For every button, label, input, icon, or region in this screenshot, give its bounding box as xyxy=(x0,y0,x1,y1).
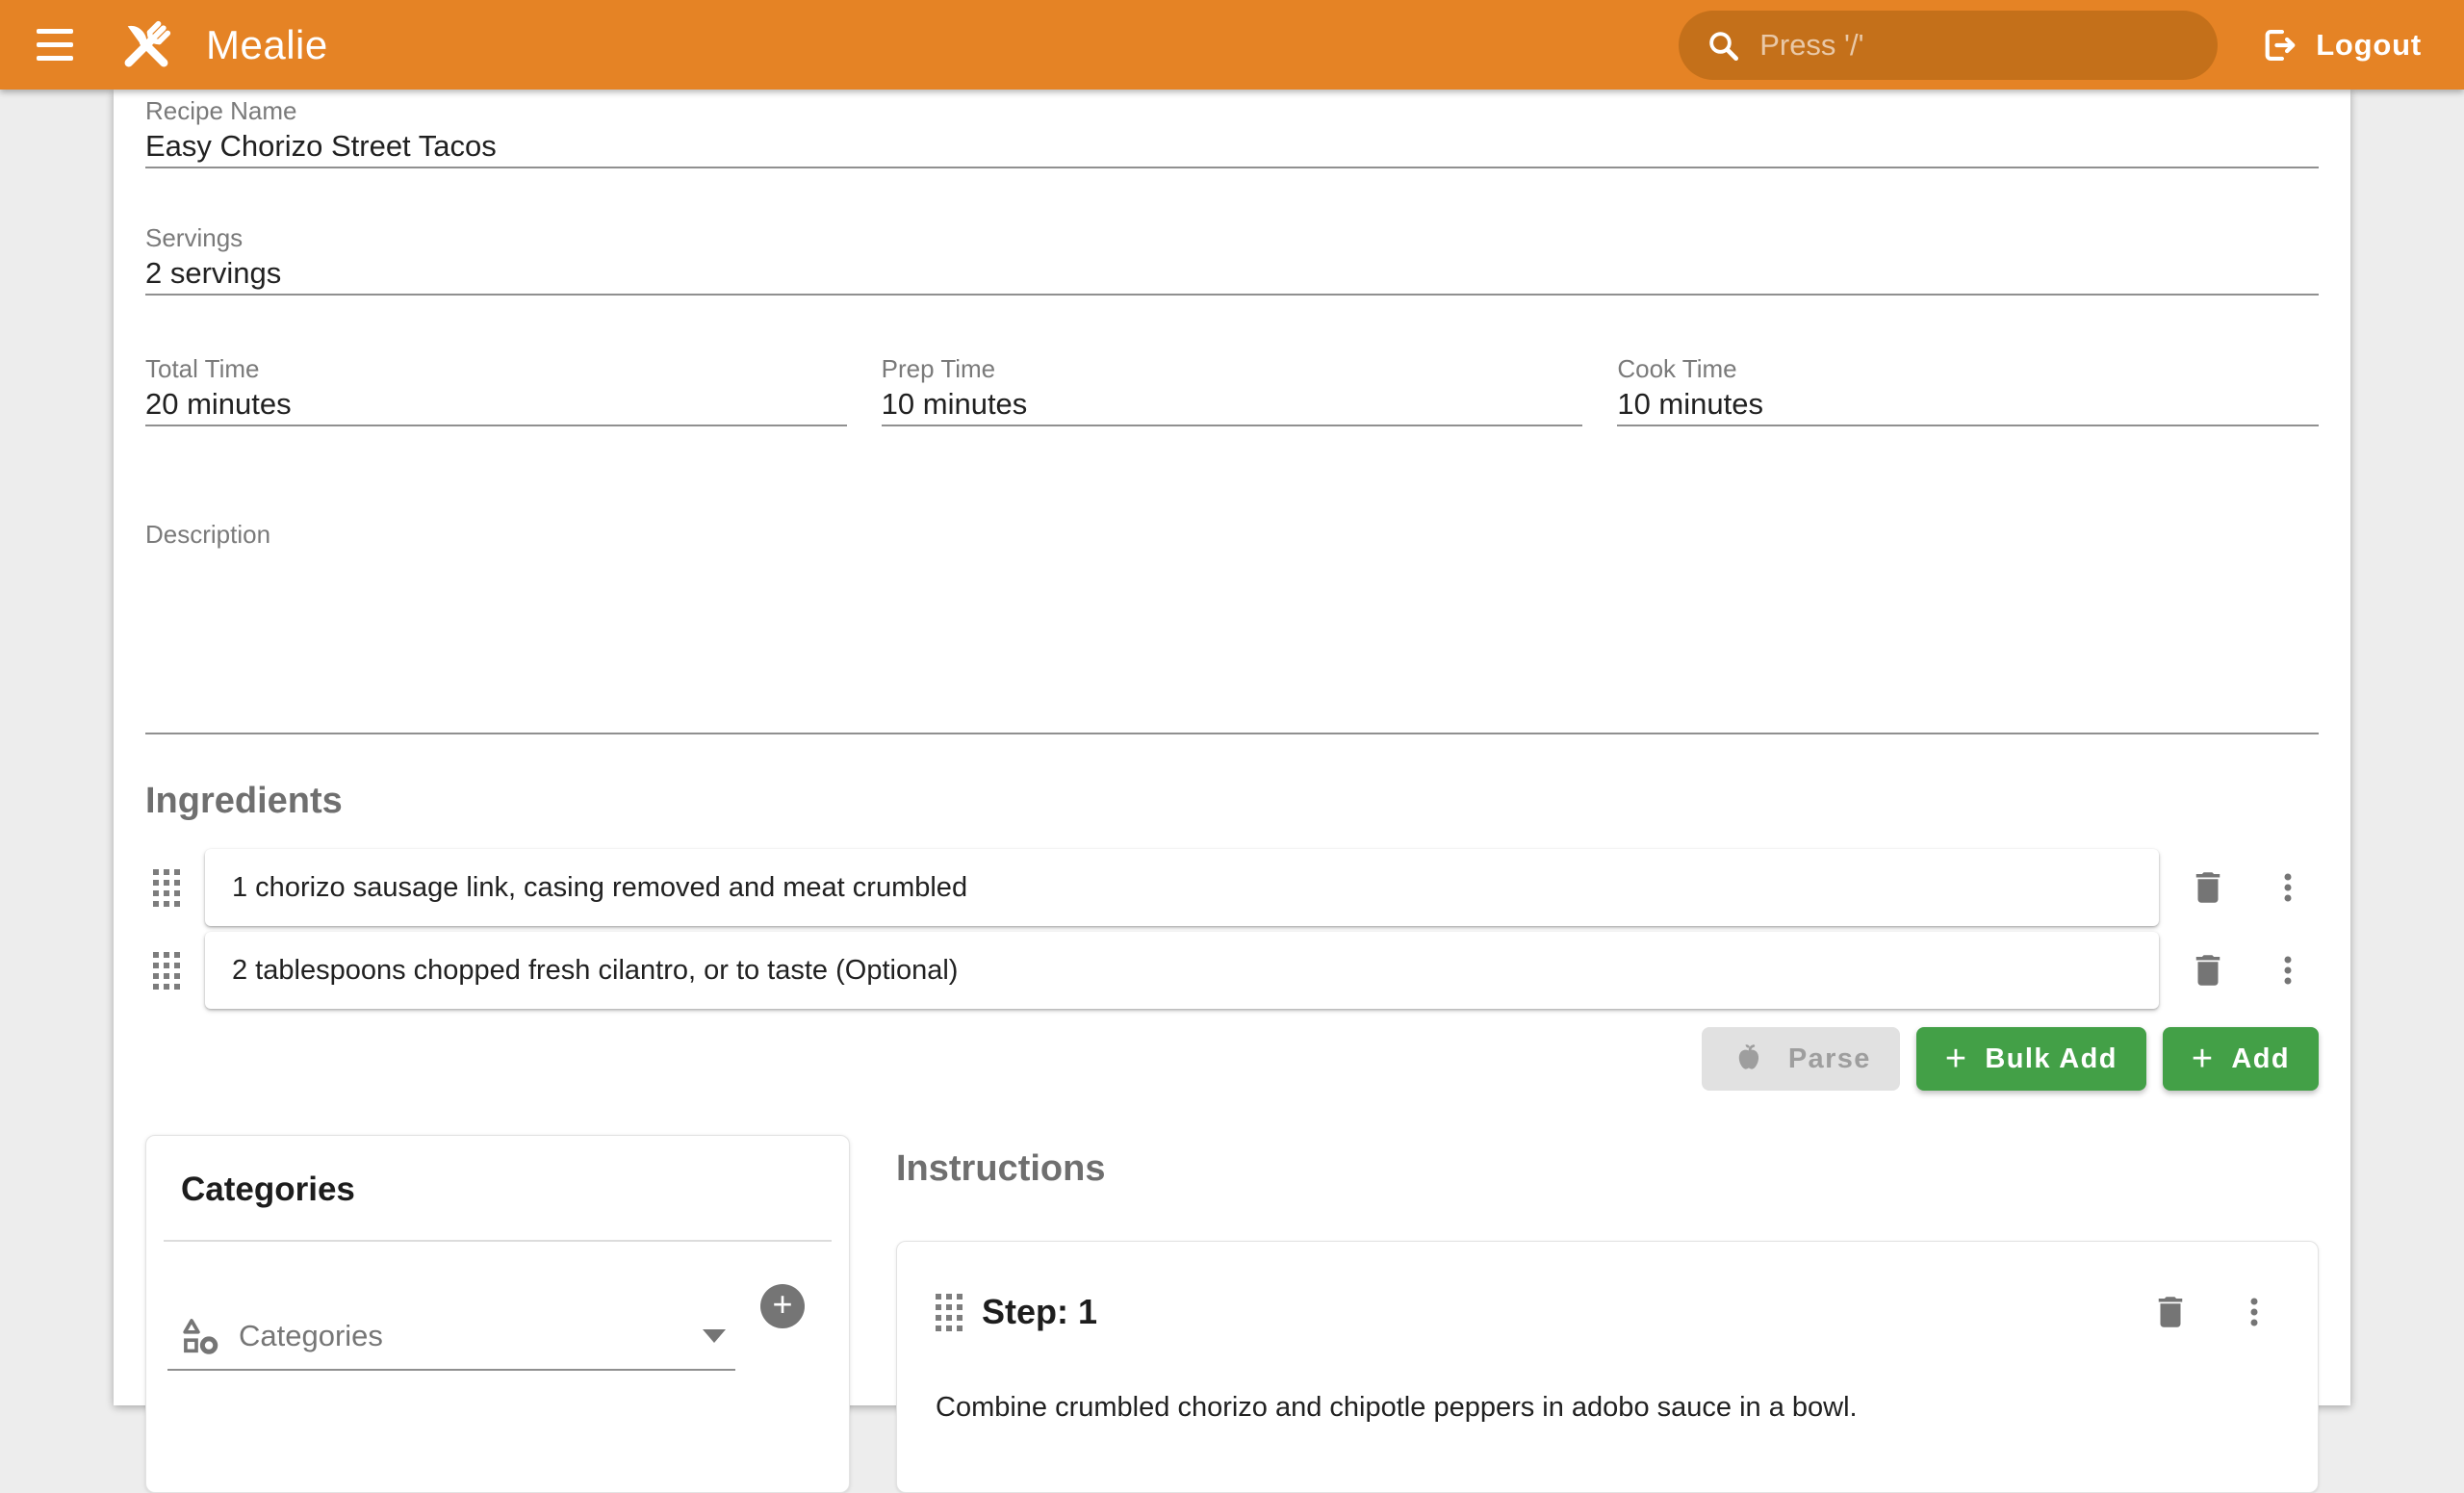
ingredient-row: 1 chorizo sausage link, casing removed a… xyxy=(145,848,2319,927)
trash-icon xyxy=(2150,1292,2191,1332)
ingredient-menu-button[interactable] xyxy=(2263,862,2313,913)
search-input[interactable] xyxy=(1759,28,2193,63)
categories-select-placeholder: Categories xyxy=(239,1319,703,1353)
categories-card: Categories Categories + xyxy=(145,1135,850,1493)
search-icon xyxy=(1704,26,1742,64)
categories-title: Categories xyxy=(181,1169,814,1211)
categories-select[interactable]: Categories xyxy=(167,1303,735,1371)
recipe-name-value[interactable]: Easy Chorizo Street Tacos xyxy=(145,126,2319,167)
prep-time-field[interactable]: Prep Time 10 minutes xyxy=(882,353,1583,426)
servings-label: Servings xyxy=(145,222,2319,253)
servings-field[interactable]: Servings 2 servings xyxy=(145,222,2319,296)
shapes-category-icon xyxy=(179,1314,223,1358)
bulk-add-button[interactable]: + Bulk Add xyxy=(1916,1027,2146,1091)
description-label: Description xyxy=(145,519,2319,550)
description-field[interactable]: Description xyxy=(145,519,2319,734)
prep-time-value[interactable]: 10 minutes xyxy=(882,384,1583,425)
ingredient-row: 2 tablespoons chopped fresh cilantro, or… xyxy=(145,931,2319,1010)
recipe-name-label: Recipe Name xyxy=(145,95,2319,126)
ingredient-menu-button[interactable] xyxy=(2263,945,2313,995)
plus-icon: + xyxy=(1945,1041,1968,1077)
add-ingredient-button[interactable]: + Add xyxy=(2163,1027,2319,1091)
cook-time-field[interactable]: Cook Time 10 minutes xyxy=(1617,353,2319,426)
add-category-button[interactable]: + xyxy=(760,1284,805,1328)
chevron-down-icon xyxy=(703,1329,726,1343)
plus-icon: + xyxy=(772,1287,792,1322)
recipe-editor-card: Recipe Name Easy Chorizo Street Tacos Se… xyxy=(114,90,2350,1405)
ingredients-heading: Ingredients xyxy=(145,779,2319,823)
recipe-name-field[interactable]: Recipe Name Easy Chorizo Street Tacos xyxy=(145,95,2319,168)
dots-vertical-icon xyxy=(2235,1293,2273,1331)
drag-handle-icon[interactable] xyxy=(153,869,180,907)
cook-time-value[interactable]: 10 minutes xyxy=(1617,384,2319,425)
ingredient-input[interactable]: 2 tablespoons chopped fresh cilantro, or… xyxy=(205,932,2159,1009)
step-text[interactable]: Combine crumbled chorizo and chipotle pe… xyxy=(936,1386,2279,1429)
step-title: Step: 1 xyxy=(982,1292,2144,1332)
apple-icon xyxy=(1731,1040,1769,1078)
search-bar[interactable] xyxy=(1679,11,2218,80)
drag-handle-icon[interactable] xyxy=(153,952,180,990)
app-title: Mealie xyxy=(206,22,328,68)
parse-label: Parse xyxy=(1788,1043,1871,1075)
total-time-value[interactable]: 20 minutes xyxy=(145,384,847,425)
bulk-add-label: Bulk Add xyxy=(1985,1043,2117,1075)
menu-icon[interactable] xyxy=(21,12,89,79)
step-menu-button[interactable] xyxy=(2229,1287,2279,1337)
instructions-heading: Instructions xyxy=(896,1146,2319,1191)
delete-ingredient-button[interactable] xyxy=(2182,862,2234,914)
mealie-silverware-logo-icon xyxy=(112,11,181,80)
trash-icon xyxy=(2188,950,2228,991)
add-label: Add xyxy=(2231,1043,2290,1075)
total-time-field[interactable]: Total Time 20 minutes xyxy=(145,353,847,426)
total-time-label: Total Time xyxy=(145,353,847,384)
dots-vertical-icon xyxy=(2269,868,2307,907)
delete-ingredient-button[interactable] xyxy=(2182,944,2234,996)
cook-time-label: Cook Time xyxy=(1617,353,2319,384)
ingredient-input[interactable]: 1 chorizo sausage link, casing removed a… xyxy=(205,849,2159,926)
delete-step-button[interactable] xyxy=(2144,1286,2196,1338)
prep-time-label: Prep Time xyxy=(882,353,1583,384)
logout-button[interactable]: Logout xyxy=(2245,14,2435,76)
logout-icon xyxy=(2258,24,2300,66)
instruction-step-card: Step: 1 Combine crumbled chorizo and chi… xyxy=(896,1241,2319,1493)
description-value[interactable] xyxy=(145,550,2319,733)
logout-label: Logout xyxy=(2316,28,2422,63)
plus-icon: + xyxy=(2192,1041,2215,1077)
drag-handle-icon[interactable] xyxy=(936,1294,962,1331)
app-bar: Mealie Logout xyxy=(0,0,2464,90)
dots-vertical-icon xyxy=(2269,951,2307,990)
servings-value[interactable]: 2 servings xyxy=(145,253,2319,294)
parse-button[interactable]: Parse xyxy=(1702,1027,1900,1091)
trash-icon xyxy=(2188,867,2228,908)
